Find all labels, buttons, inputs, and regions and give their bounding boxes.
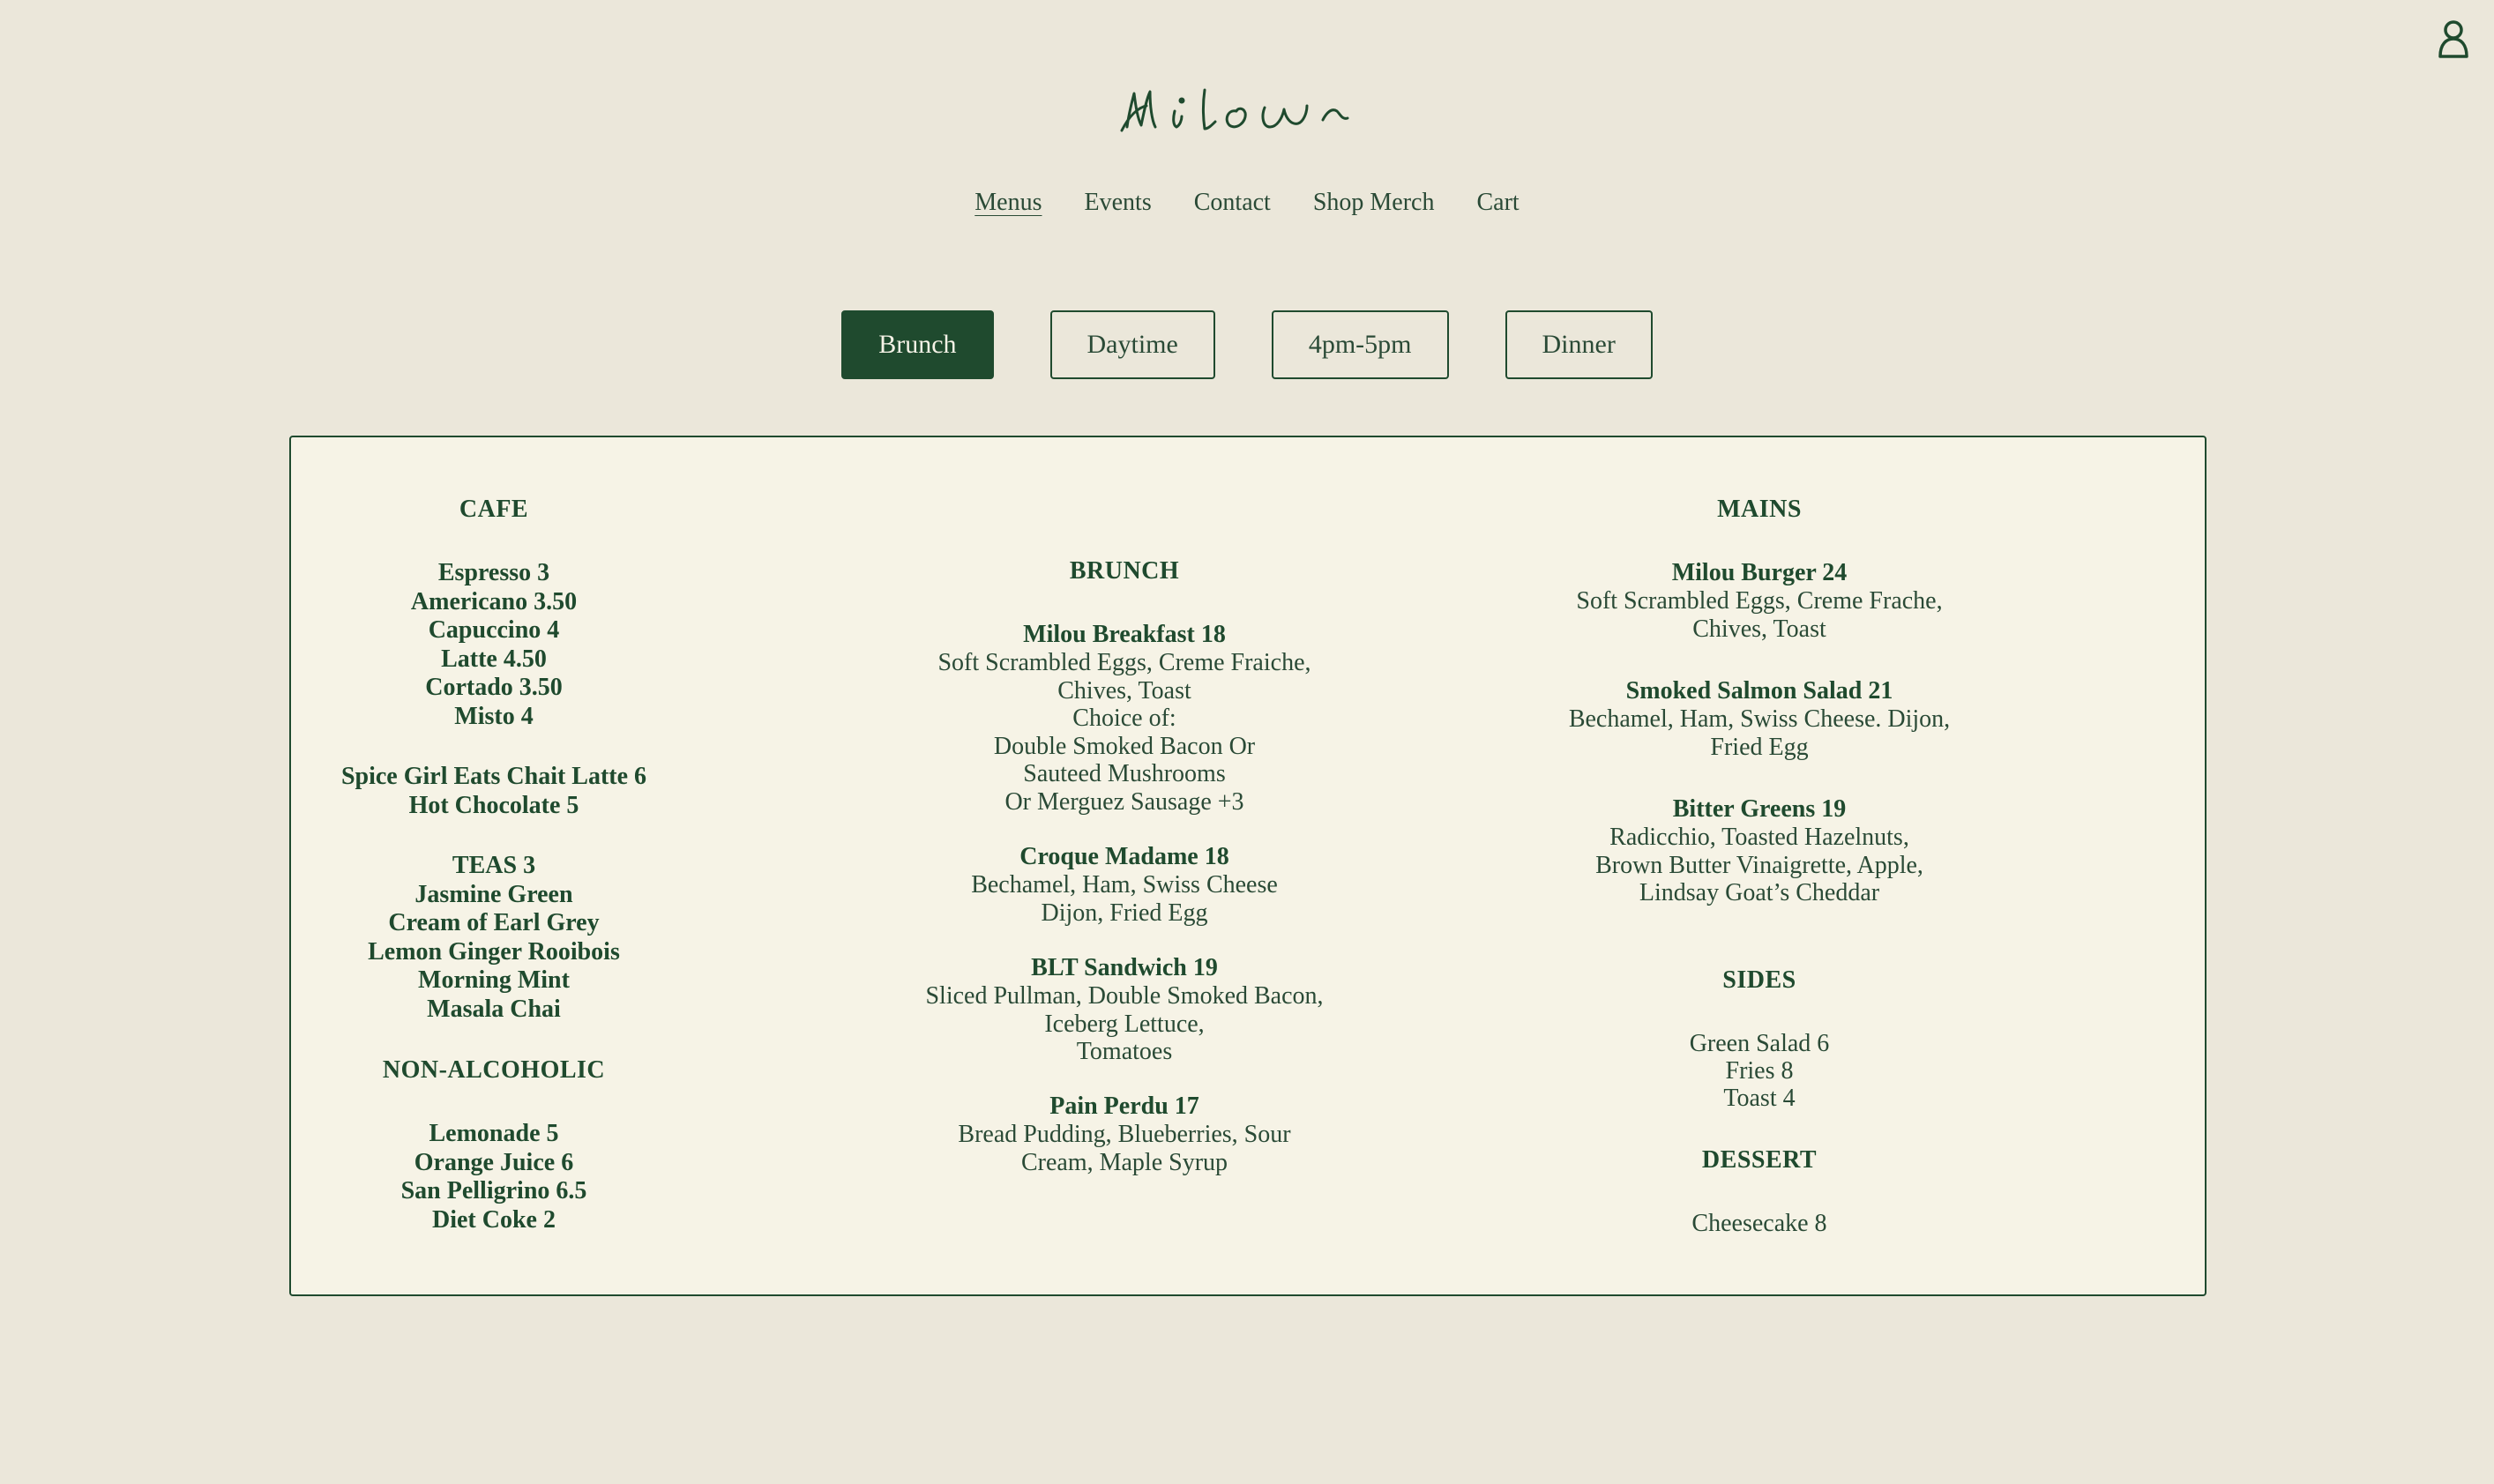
item-description: Chives, Toast [1057,676,1191,705]
teas-heading: TEAS 3 [452,852,536,879]
nav-contact[interactable]: Contact [1194,185,1271,220]
non-alcoholic-heading: NON-ALCOHOLIC [382,1056,606,1084]
non-alcoholic-list: Lemonade 5 Orange Juice 6 San Pelligrino… [220,1120,767,1234]
menu-item: Smoked Salmon Salad 21 Bechamel, Ham, Sw… [1486,677,2033,761]
menu-item: Cheesecake 8 [1691,1210,1827,1237]
menu-tabs: Brunch Daytime 4pm-5pm Dinner [0,310,2494,379]
milou-logo[interactable] [1120,81,1376,145]
item-description: Cream, Maple Syrup [1020,1148,1228,1176]
menu-item: Toast 4 [1723,1085,1796,1112]
menu-item: Orange Juice 6 [414,1148,574,1176]
item-description: Brown Butter Vinaigrette, Apple, [1595,851,1923,879]
menu-item: Green Salad 6 [1689,1030,1830,1057]
tab-brunch[interactable]: Brunch [841,310,994,379]
nav-shop-merch[interactable]: Shop Merch [1313,185,1435,220]
menu-item: Capuccino 4 [428,616,560,644]
item-description: Choice of: [1072,705,1176,732]
menu-item: Bitter Greens 19 Radicchio, Toasted Haze… [1486,795,2033,907]
teas-list: TEAS 3 Jasmine Green Cream of Earl Grey … [220,852,767,1024]
main-nav: Menus Events Contact Shop Merch Cart [0,185,2494,220]
menu-item: Pain Perdu 17 Bread Pudding, Blueberries… [851,1092,1398,1176]
item-description: Iceberg Lettuce, [1044,1010,1205,1038]
tab-4pm-5pm[interactable]: 4pm-5pm [1271,310,1449,379]
menu-item: Lemonade 5 [429,1120,559,1147]
item-description: Bread Pudding, Blueberries, Sour [958,1121,1291,1148]
item-description: Or Merguez Sausage +3 [1004,787,1244,816]
menu-item: Jasmine Green [414,880,573,908]
item-description: Sauteed Mushrooms [1023,760,1226,787]
sides-section: SIDES [1486,966,2033,995]
item-name: Smoked Salmon Salad 21 [1625,677,1893,705]
item-description: Double Smoked Bacon Or [993,732,1256,760]
mains-heading: MAINS [1717,496,1802,523]
item-description: Sliced Pullman, Double Smoked Bacon, [925,982,1324,1010]
tab-daytime[interactable]: Daytime [1049,310,1215,379]
menu-item: BLT Sandwich 19 Sliced Pullman, Double S… [851,954,1398,1066]
item-description: Lindsay Goat’s Cheddar [1639,879,1880,906]
brunch-heading: BRUNCH [1069,557,1180,585]
menu-item: Milou Burger 24 Soft Scrambled Eggs, Cre… [1486,559,2033,643]
item-description: Bechamel, Ham, Swiss Cheese. Dijon, [1568,705,1951,733]
dessert-section: DESSERT [1486,1146,2033,1175]
menu-item: Misto 4 [454,702,534,730]
sides-list: Green Salad 6 Fries 8 Toast 4 [1486,1030,2033,1112]
item-description: Soft Scrambled Eggs, Creme Frache, [1576,587,1943,615]
menu-item: Fries 8 [1725,1057,1794,1085]
user-icon[interactable] [2436,18,2471,60]
sides-heading: SIDES [1722,966,1796,994]
menu-item: Masala Chai [427,995,561,1023]
menu-item: Spice Girl Eats Chait Latte 6 [340,763,647,790]
menu-item: Milou Breakfast 18 Soft Scrambled Eggs, … [851,621,1398,816]
cafe-section: CAFE [220,496,767,524]
item-name: BLT Sandwich 19 [1031,954,1218,981]
item-description: Fried Egg [1710,733,1809,761]
menu-item: Diet Coke 2 [432,1205,556,1234]
menu-item: Americano 3.50 [410,587,578,615]
menu-item: Morning Mint [418,966,570,994]
item-description: Dijon, Fried Egg [1041,899,1208,927]
item-name: Bitter Greens 19 [1672,795,1847,823]
specials-list: Spice Girl Eats Chait Latte 6 Hot Chocol… [220,763,767,820]
menu-card: CAFE Espresso 3 Americano 3.50 Capuccino… [289,436,2207,1296]
item-name: Milou Burger 24 [1671,559,1848,586]
item-description: Tomatoes [1076,1038,1173,1065]
brunch-section: BRUNCH [851,557,1398,585]
item-description: Bechamel, Ham, Swiss Cheese [971,871,1278,899]
item-name: Milou Breakfast 18 [1023,621,1226,648]
cafe-heading: CAFE [459,496,529,523]
menu-item: Cortado 3.50 [425,674,563,701]
item-description: Soft Scrambled Eggs, Creme Fraiche, [937,649,1311,676]
dessert-heading: DESSERT [1701,1146,1818,1174]
dessert-list: Cheesecake 8 [1486,1210,2033,1237]
nav-cart[interactable]: Cart [1476,185,1519,220]
menu-item: Latte 4.50 [441,645,547,673]
menu-item: Croque Madame 18 Bechamel, Ham, Swiss Ch… [851,843,1398,927]
menu-item: Espresso 3 [437,559,550,586]
item-name: Pain Perdu 17 [1049,1092,1199,1120]
tab-dinner[interactable]: Dinner [1505,310,1653,379]
nav-menus[interactable]: Menus [974,185,1042,220]
non-alcoholic-section: NON-ALCOHOLIC [220,1056,767,1085]
menu-item: San Pelligrino 6.5 [400,1177,587,1204]
mains-section: MAINS [1486,496,2033,524]
item-description: Chives, Toast [1692,615,1826,643]
item-name: Croque Madame 18 [1019,843,1229,870]
item-description: Radicchio, Toasted Hazelnuts, [1609,824,1909,851]
menu-item: Cream of Earl Grey [388,909,600,936]
menu-item: Hot Chocolate 5 [408,791,579,819]
nav-events[interactable]: Events [1085,185,1152,220]
menu-item: Lemon Ginger Rooibois [368,937,620,966]
coffee-list: Espresso 3 Americano 3.50 Capuccino 4 La… [220,559,767,731]
